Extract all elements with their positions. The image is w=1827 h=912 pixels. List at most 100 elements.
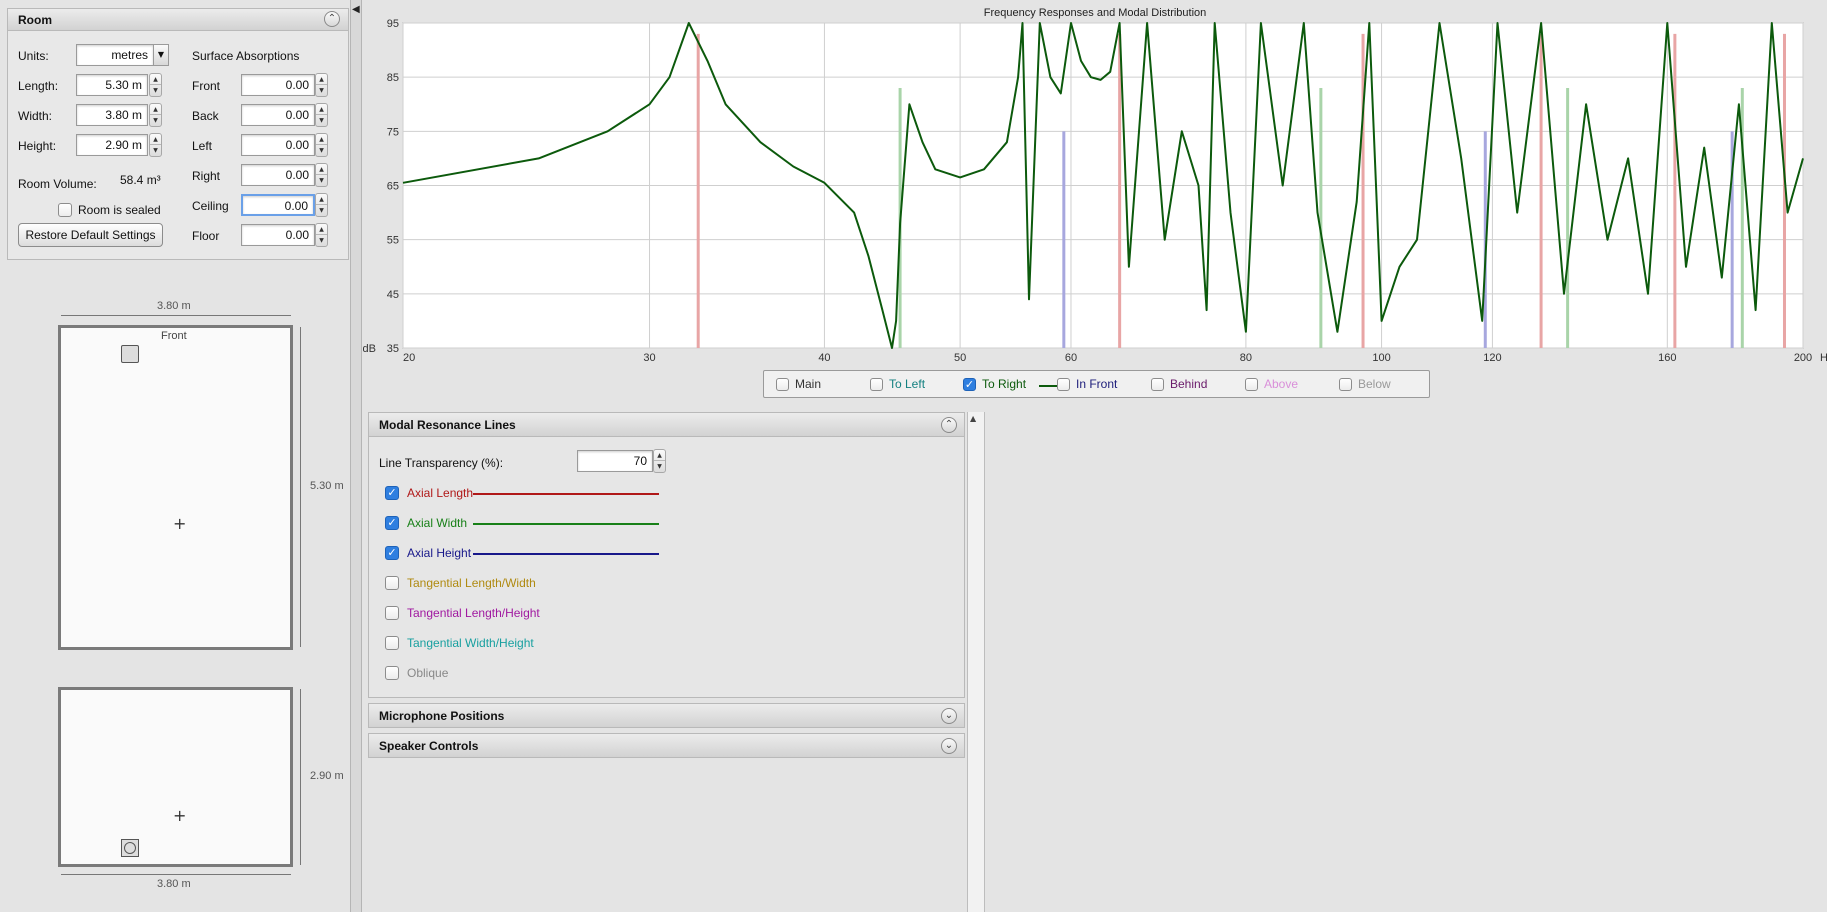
room-panel-title: Room: [18, 13, 52, 27]
y-tick-label: 65: [387, 181, 399, 193]
modal-panel-header[interactable]: Modal Resonance Lines ⌃: [369, 413, 964, 437]
vertical-scrollbar[interactable]: ▲: [967, 412, 985, 912]
legend-main-checkbox[interactable]: [776, 378, 789, 391]
units-select[interactable]: metres: [76, 44, 154, 66]
legend-to-right-swatch: [1039, 385, 1059, 387]
expand-mic-panel-button[interactable]: ⌄: [941, 708, 957, 724]
side-room-outline[interactable]: +: [58, 687, 293, 867]
legend-above-checkbox[interactable]: [1245, 378, 1258, 391]
collapse-left-panel-icon[interactable]: ◀: [352, 4, 360, 15]
height-label: Height:: [18, 139, 57, 153]
oblique-label: Oblique: [407, 666, 449, 680]
tangential-length-width-checkbox[interactable]: [385, 576, 399, 590]
line-transparency-label: Line Transparency (%):: [379, 456, 504, 470]
length-stepper[interactable]: ▲ ▼: [149, 73, 162, 97]
width-input[interactable]: 3.80 m: [76, 104, 148, 126]
panel-splitter[interactable]: ◀: [350, 0, 362, 912]
axial-width-line-swatch: [473, 523, 659, 525]
tangential-width-height-checkbox[interactable]: [385, 636, 399, 650]
legend-main-label: Main: [795, 377, 822, 391]
scroll-up-arrow-icon[interactable]: ▲: [970, 414, 976, 423]
legend-to-left-checkbox[interactable]: [870, 378, 883, 391]
width-stepper[interactable]: ▲ ▼: [149, 103, 162, 127]
plan-room-outline[interactable]: Front +: [58, 325, 293, 650]
absorption-front-input[interactable]: 0.00: [241, 74, 315, 96]
room-panel-header[interactable]: Room ⌃: [8, 9, 348, 31]
absorption-left-stepper[interactable]: ▲ ▼: [315, 133, 328, 157]
restore-defaults-button[interactable]: Restore Default Settings: [18, 223, 163, 247]
length-input[interactable]: 5.30 m: [76, 74, 148, 96]
absorption-front-stepper[interactable]: ▲ ▼: [315, 73, 328, 97]
speaker-controls-panel[interactable]: Speaker Controls ⌄: [368, 733, 965, 758]
x-tick-label: 30: [643, 352, 655, 364]
axial-height-line-swatch: [473, 553, 659, 555]
legend-to-right-checkbox[interactable]: ✓: [963, 378, 976, 391]
absorption-front-label: Front: [192, 79, 221, 93]
axial-height-label: Axial Height: [407, 546, 472, 560]
length-label: Length:: [18, 79, 59, 93]
absorption-left-input[interactable]: 0.00: [241, 134, 315, 156]
absorption-back-stepper[interactable]: ▲ ▼: [315, 103, 328, 127]
plan-view: 3.80 m Front + 5.30 m: [0, 295, 350, 655]
side-width-dimension: 3.80 m: [157, 878, 191, 890]
legend-to-left-label: To Left: [889, 377, 926, 391]
oblique-checkbox[interactable]: [385, 666, 399, 680]
absorption-back-input[interactable]: 0.00: [241, 104, 315, 126]
room-sealed-label: Room is sealed: [78, 203, 161, 217]
legend-to-right-label: To Right: [982, 377, 1027, 391]
y-tick-label: 35: [387, 343, 399, 355]
absorption-floor-stepper[interactable]: ▲ ▼: [315, 223, 328, 247]
plan-front-label: Front: [161, 330, 187, 342]
chart-legend: Main To Left ✓ To Right In Front Behind …: [763, 370, 1430, 398]
legend-in-front-checkbox[interactable]: [1057, 378, 1070, 391]
units-label: Units:: [18, 49, 49, 63]
legend-behind-checkbox[interactable]: [1151, 378, 1164, 391]
plan-length-dimension: 5.30 m: [310, 480, 344, 492]
absorption-floor-label: Floor: [192, 229, 220, 243]
speaker-icon[interactable]: [121, 345, 139, 363]
speaker-panel-title: Speaker Controls: [379, 739, 479, 753]
y-tick-label: 95: [387, 18, 399, 30]
y-tick-label: 75: [387, 126, 399, 138]
x-tick-label: 20: [403, 352, 415, 364]
frequency-chart: Frequency Responses and Modal Distributi…: [363, 0, 1827, 398]
tangential-length-height-label: Tangential Length/Height: [407, 606, 540, 620]
speaker-side-icon[interactable]: [121, 839, 139, 857]
room-sealed-checkbox[interactable]: [58, 203, 72, 217]
listener-position-icon[interactable]: +: [173, 514, 186, 533]
tangential-length-height-checkbox[interactable]: [385, 606, 399, 620]
expand-speaker-panel-button[interactable]: ⌄: [941, 738, 957, 754]
collapse-room-button[interactable]: ⌃: [324, 11, 340, 27]
absorption-right-input[interactable]: 0.00: [241, 164, 315, 186]
x-tick-label: 160: [1658, 352, 1676, 364]
side-width-dimension-line: [61, 874, 291, 875]
legend-below-checkbox[interactable]: [1339, 378, 1352, 391]
y-unit-label: dB: [363, 343, 376, 355]
axial-length-checkbox[interactable]: ✓: [385, 486, 399, 500]
units-dropdown-arrow-icon[interactable]: ▼: [153, 44, 169, 66]
line-transparency-input[interactable]: 70: [577, 450, 653, 472]
microphone-positions-panel[interactable]: Microphone Positions ⌄: [368, 703, 965, 728]
y-tick-label: 85: [387, 72, 399, 84]
absorption-right-stepper[interactable]: ▲ ▼: [315, 163, 328, 187]
chart-svg: 20 30 40 50 60 80 100 120 160 200 35 45 55 65 75 85 95 dB…: [363, 18, 1827, 364]
absorption-ceiling-input[interactable]: 0.00: [241, 194, 315, 216]
legend-behind-label: Behind: [1170, 377, 1208, 391]
listener-position-icon[interactable]: +: [173, 806, 186, 825]
collapse-modal-panel-button[interactable]: ⌃: [941, 417, 957, 433]
absorption-left-label: Left: [192, 139, 213, 153]
height-input[interactable]: 2.90 m: [76, 134, 148, 156]
axial-width-checkbox[interactable]: ✓: [385, 516, 399, 530]
x-tick-label: 60: [1065, 352, 1077, 364]
line-transparency-stepper[interactable]: ▲ ▼: [653, 449, 666, 473]
x-tick-label: 80: [1240, 352, 1252, 364]
plan-width-dimension-line: [61, 315, 291, 316]
height-stepper[interactable]: ▲ ▼: [149, 133, 162, 157]
axial-height-checkbox[interactable]: ✓: [385, 546, 399, 560]
room-volume-label: Room Volume:: [18, 177, 97, 191]
absorption-ceiling-stepper[interactable]: ▲ ▼: [315, 193, 328, 217]
absorption-floor-input[interactable]: 0.00: [241, 224, 315, 246]
surface-absorptions-title: Surface Absorptions: [192, 49, 300, 63]
legend-above-label: Above: [1264, 377, 1299, 391]
y-tick-label: 45: [387, 289, 399, 301]
